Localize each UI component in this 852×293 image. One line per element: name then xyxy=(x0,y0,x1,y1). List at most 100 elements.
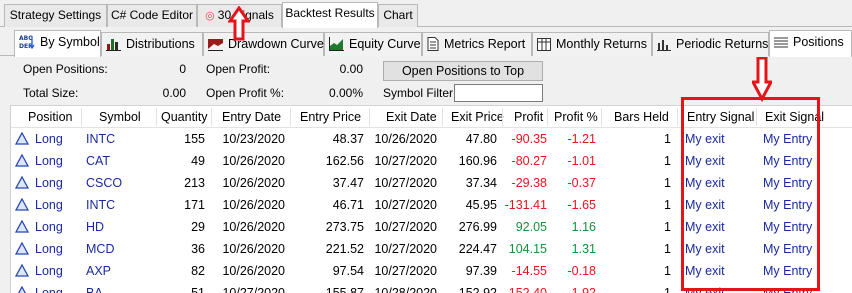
col-header-bars-held[interactable]: Bars Held xyxy=(614,106,669,128)
cell-quantity: 155 xyxy=(184,132,205,146)
col-header-profit-pct[interactable]: Profit % xyxy=(554,106,598,128)
table-row[interactable]: Long AXP 82 10/26/2020 97.54 10/27/2020 97.39-… xyxy=(11,260,852,282)
tab-strategy-settings[interactable]: Strategy Settings xyxy=(4,4,107,27)
grid-header: Position Symbol Quantity Entry Date Entr… xyxy=(11,106,852,128)
col-header-quantity[interactable]: Quantity xyxy=(161,106,208,128)
open-positions-to-top-button[interactable]: Open Positions to Top xyxy=(383,61,543,81)
positions-grid[interactable]: Position Symbol Quantity Entry Date Entr… xyxy=(10,105,852,293)
cell-exit-signal: My Entry xyxy=(763,242,813,256)
tab-distributions[interactable]: Distributions xyxy=(101,32,203,56)
cell-position: Long xyxy=(35,176,63,190)
cell-entry-signal: My exit xyxy=(685,132,725,146)
table-row[interactable]: Long INTC 171 10/26/2020 46.71 10/27/2020 45.9… xyxy=(11,194,852,216)
cell-entry-signal: My exit xyxy=(685,264,725,278)
equity-icon xyxy=(329,36,344,58)
open-profit-pct-label: Open Profit %: xyxy=(206,86,285,100)
cell-exit-price: 37.34 xyxy=(465,176,497,190)
cell-exit-signal: My Entry xyxy=(763,132,813,146)
tab-drawdown-curve[interactable]: Drawdown Curve xyxy=(203,32,324,56)
abc-sort-icon: ABC DEF xyxy=(19,34,35,50)
cell-symbol: CSCO xyxy=(86,176,123,190)
cell-position: Long xyxy=(35,132,63,146)
cell-profit-pct: -0.18 xyxy=(567,264,597,278)
cell-bars-held: 1 xyxy=(664,132,671,146)
tab-periodic-returns[interactable]: Periodic Returns xyxy=(652,32,769,56)
cell-profit-pct: -0.37 xyxy=(567,176,597,190)
cell-position: Long xyxy=(35,154,63,168)
table-row[interactable]: Long CAT 49 10/26/2020 162.56 10/27/2020 160.9… xyxy=(11,150,852,172)
svg-text:ABC: ABC xyxy=(19,35,33,42)
tab-by-symbol[interactable]: ABC DEF By Symbol xyxy=(14,30,101,57)
total-size-label: Total Size: xyxy=(23,86,79,100)
tab-code-editor[interactable]: C# Code Editor xyxy=(107,4,197,27)
tab-label: Strategy Settings xyxy=(9,8,102,22)
table-row[interactable]: Long MCD 36 10/26/2020 221.52 10/27/2020 224.4… xyxy=(11,238,852,260)
col-header-entry-date[interactable]: Entry Date xyxy=(222,106,281,128)
tab-positions[interactable]: Positions xyxy=(769,30,852,57)
cell-quantity: 213 xyxy=(184,176,205,190)
cell-entry-date: 10/27/2020 xyxy=(222,286,285,293)
symbol-filter-input[interactable] xyxy=(454,84,543,102)
table-row[interactable]: Long INTC 155 10/23/2020 48.37 10/26/2020 47.8… xyxy=(11,128,852,150)
cell-exit-price: 47.80 xyxy=(465,132,497,146)
cell-exit-signal: My Entry xyxy=(763,286,813,293)
cell-profit: -29.38 xyxy=(511,176,547,190)
cell-quantity: 29 xyxy=(191,220,205,234)
tab-monthly-returns[interactable]: Monthly Returns xyxy=(532,32,652,56)
long-triangle-icon xyxy=(15,176,29,189)
col-header-entry-price[interactable]: Entry Price xyxy=(300,106,361,128)
cell-profit-pct: -1.65 xyxy=(567,198,597,212)
cell-bars-held: 1 xyxy=(664,220,671,234)
table-row[interactable]: Long CSCO 213 10/26/2020 37.47 10/27/2020 37.3… xyxy=(11,172,852,194)
cell-bars-held: 1 xyxy=(664,264,671,278)
cell-symbol: BA xyxy=(86,286,103,293)
long-triangle-icon xyxy=(15,198,29,211)
cell-exit-signal: My Entry xyxy=(763,176,813,190)
col-header-exit-price[interactable]: Exit Price xyxy=(451,106,504,128)
long-triangle-icon xyxy=(15,154,29,167)
cell-exit-date: 10/26/2020 xyxy=(374,132,437,146)
cell-quantity: 36 xyxy=(191,242,205,256)
cell-entry-signal: My exit xyxy=(685,242,725,256)
col-header-profit[interactable]: Profit xyxy=(514,106,543,128)
cell-entry-date: 10/26/2020 xyxy=(222,220,285,234)
cell-exit-date: 10/27/2020 xyxy=(374,198,437,212)
cell-exit-signal: My Entry xyxy=(763,154,813,168)
calendar-icon xyxy=(537,36,551,58)
cell-exit-price: 160.96 xyxy=(458,154,497,168)
cell-profit-pct: -1.92 xyxy=(567,286,597,293)
long-triangle-icon xyxy=(17,286,27,293)
col-header-exit-signal[interactable]: Exit Signal xyxy=(765,106,824,128)
col-header-entry-signal[interactable]: Entry Signal xyxy=(687,106,754,128)
col-header-exit-date[interactable]: Exit Date xyxy=(386,106,437,128)
cell-bars-held: 1 xyxy=(664,154,671,168)
tab-label: Distributions xyxy=(126,37,195,51)
cell-quantity: 51 xyxy=(191,286,205,293)
col-header-position[interactable]: Position xyxy=(28,106,72,128)
cell-entry-date: 10/26/2020 xyxy=(222,176,285,190)
cell-symbol: INTC xyxy=(86,198,116,212)
table-row[interactable]: Long HD 29 10/26/2020 273.75 10/27/2020 276.99… xyxy=(11,216,852,238)
cell-entry-signal: My exit xyxy=(685,220,725,234)
cell-exit-signal: My Entry xyxy=(763,198,813,212)
tab-equity-curve[interactable]: Equity Curve xyxy=(324,32,422,56)
cell-profit: -80.27 xyxy=(511,154,547,168)
cell-position: Long xyxy=(35,198,63,212)
tab-signals[interactable]: ◎ 30 Signals xyxy=(197,4,282,27)
cell-symbol: CAT xyxy=(86,154,111,168)
table-row[interactable]: Long BA 51 10/27/2020 155.87 10/28/2020 152.92… xyxy=(11,282,852,293)
tab-backtest-results[interactable]: Backtest Results xyxy=(282,2,378,28)
cell-entry-price: 46.71 xyxy=(332,198,364,212)
tab-label: C# Code Editor xyxy=(110,8,194,22)
tab-label: Periodic Returns xyxy=(676,37,769,51)
tab-chart[interactable]: Chart xyxy=(378,4,418,27)
open-positions-label: Open Positions: xyxy=(23,62,108,76)
cell-entry-price: 48.37 xyxy=(332,132,364,146)
cell-symbol: HD xyxy=(86,220,105,234)
cell-symbol: INTC xyxy=(86,132,116,146)
tab-metrics-report[interactable]: Metrics Report xyxy=(422,32,532,56)
col-header-symbol[interactable]: Symbol xyxy=(99,106,141,128)
cell-exit-price: 45.95 xyxy=(465,198,497,212)
cell-position: Long xyxy=(35,264,63,278)
cell-entry-date: 10/23/2020 xyxy=(222,132,285,146)
